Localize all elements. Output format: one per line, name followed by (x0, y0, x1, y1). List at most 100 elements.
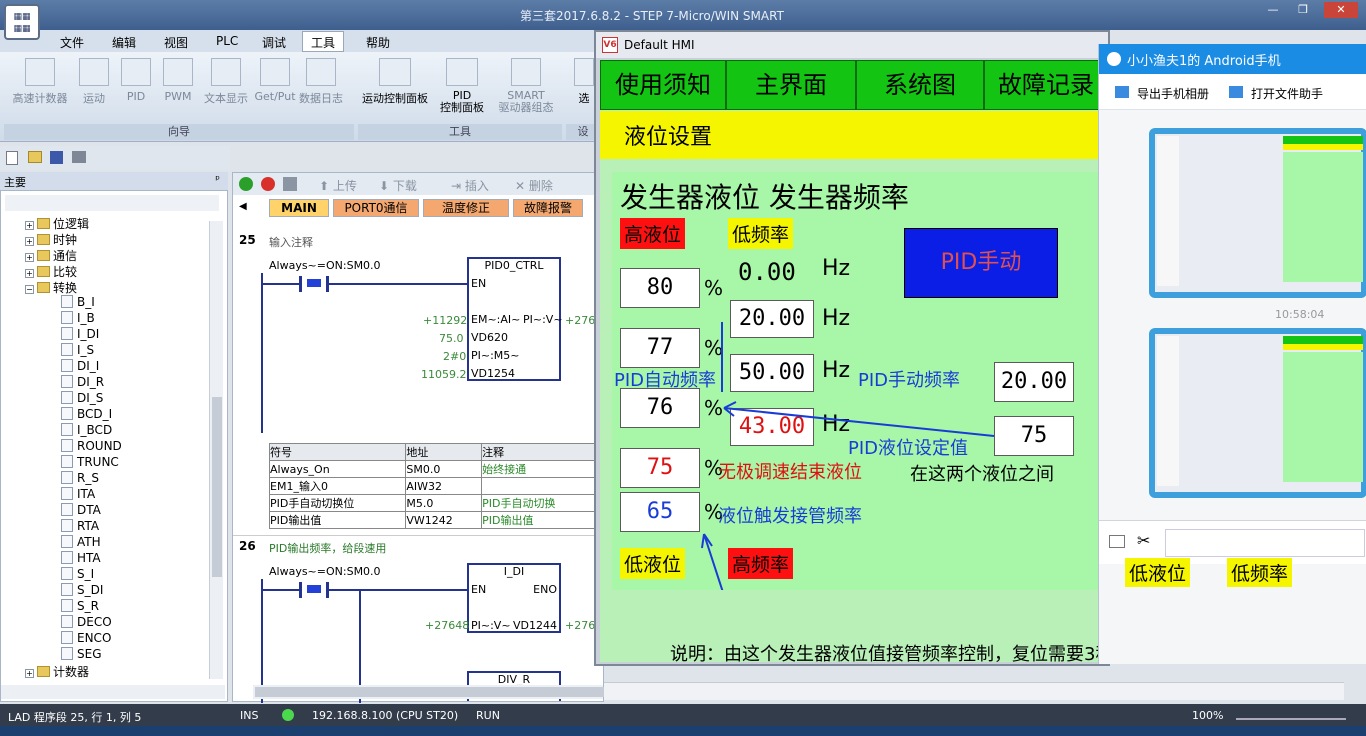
chat-image-1[interactable] (1149, 128, 1366, 298)
tree-item[interactable]: ATH (61, 535, 101, 549)
tab-alarm[interactable]: 故障报警 (513, 199, 583, 217)
scissors-icon[interactable]: ✂ (1137, 531, 1150, 550)
tree-item[interactable]: TRUNC (61, 455, 119, 469)
tree-item[interactable]: BCD_I (61, 407, 112, 421)
tab-usage-notes[interactable]: 使用须知 (600, 60, 726, 110)
tab-temp[interactable]: 温度修正 (423, 199, 509, 217)
expand-icon[interactable]: + (25, 269, 34, 278)
stop-icon[interactable] (261, 177, 275, 191)
ladder-hscrollbar[interactable] (253, 685, 615, 699)
tree-item[interactable]: DI_I (61, 359, 99, 373)
scrollbar-thumb[interactable] (212, 397, 222, 577)
menu-file[interactable]: 文件 (60, 34, 84, 51)
menu-debug[interactable]: 调试 (262, 34, 286, 51)
expand-icon[interactable]: + (25, 221, 34, 230)
tab-main[interactable]: MAIN (269, 199, 329, 217)
download-button[interactable]: ⬇ 下载 (379, 177, 417, 194)
tree-item[interactable]: B_I (61, 295, 95, 309)
minimize-button[interactable]: — (1260, 2, 1286, 18)
tree-item[interactable]: ENCO (61, 631, 111, 645)
delete-button[interactable]: ✕ 删除 (515, 177, 553, 194)
tab-fault-log[interactable]: 故障记录 (984, 60, 1108, 110)
export-album-link[interactable]: 导出手机相册 (1137, 85, 1209, 102)
tab-main-screen[interactable]: 主界面 (726, 60, 856, 110)
zoom-slider[interactable] (1236, 708, 1346, 720)
expand-icon[interactable]: + (25, 253, 34, 262)
pid-ctrl-block[interactable]: PID0_CTRL EN EM~:AI~ PI~:V~ VD620 PI~:M5… (467, 257, 563, 381)
tree-item[interactable]: DTA (61, 503, 101, 517)
tree-item[interactable]: I_BCD (61, 423, 112, 437)
tab-system-diagram[interactable]: 系统图 (856, 60, 984, 110)
expand-icon[interactable]: + (25, 669, 34, 678)
table-row[interactable]: EM1_输入0 AIW32 (268, 477, 601, 495)
contact-symbol[interactable] (299, 276, 329, 292)
tree-item[interactable]: SEG (61, 647, 102, 661)
table-row[interactable]: PID手自动切换位 M5.0 PID手自动切换 (268, 494, 601, 512)
upload-button[interactable]: ⬆ 上传 (319, 177, 357, 194)
menu-edit[interactable]: 编辑 (112, 34, 136, 51)
save-icon[interactable] (50, 151, 63, 164)
i-di-block[interactable]: I_DI EN ENO PI~:V~ VD1244 (467, 563, 561, 633)
tree-folder[interactable]: − 转换 (25, 279, 77, 296)
tree-item[interactable]: ITA (61, 487, 95, 501)
tree-item[interactable]: R_S (61, 471, 99, 485)
collapse-icon[interactable]: − (25, 285, 34, 294)
text-display-wizard-button[interactable]: 文本显示 (200, 58, 252, 106)
menu-view[interactable]: 视图 (164, 34, 188, 51)
tab-port0[interactable]: PORT0通信 (333, 199, 419, 217)
app-logo-icon[interactable]: ▦▦ ▦▦ (4, 4, 40, 40)
tree-folder[interactable]: + 通信 (25, 247, 77, 264)
datalog-wizard-button[interactable]: 数据日志 (296, 58, 346, 106)
tree-item[interactable]: S_I (61, 567, 94, 581)
run-icon[interactable] (239, 177, 253, 191)
tree-item[interactable]: DI_R (61, 375, 104, 389)
motion-panel-button[interactable]: 运动控制面板 (358, 58, 432, 106)
table-row[interactable]: Always_On SM0.0 始终接通 (268, 460, 601, 478)
tree-item[interactable]: DI_S (61, 391, 103, 405)
pwm-wizard-button[interactable]: PWM (160, 58, 196, 103)
tree-item[interactable]: DECO (61, 615, 112, 629)
smart-drive-button[interactable]: SMART 驱动器组态 (492, 58, 560, 114)
tree-item[interactable]: ROUND (61, 439, 122, 453)
compile-icon[interactable] (283, 177, 297, 191)
tree-item[interactable]: RTA (61, 519, 99, 533)
tree-item[interactable]: I_B (61, 311, 95, 325)
expand-icon[interactable]: + (25, 237, 34, 246)
getput-wizard-button[interactable]: Get/Put (254, 58, 296, 103)
tree-item[interactable]: I_S (61, 343, 94, 357)
pin-icon[interactable]: ᵖ (215, 173, 220, 186)
tree-item[interactable]: S_DI (61, 583, 103, 597)
tree-hscrollbar[interactable] (1, 685, 225, 699)
chat-image-2[interactable] (1149, 328, 1366, 498)
pid-wizard-button[interactable]: PID (118, 58, 154, 103)
contact-symbol[interactable] (299, 582, 329, 598)
table-row[interactable]: PID输出值 VW1242 PID输出值 (268, 511, 601, 529)
close-button[interactable]: ✕ (1324, 2, 1358, 18)
print-icon[interactable] (72, 151, 86, 163)
tree-folder[interactable]: + 计数器 (25, 663, 89, 680)
chat-text-input[interactable] (1165, 529, 1365, 557)
new-icon[interactable] (6, 151, 18, 165)
rung-comment[interactable]: PID输出频率，给段速用 (269, 540, 386, 556)
open-icon[interactable] (28, 151, 42, 163)
menu-help[interactable]: 帮助 (366, 34, 390, 51)
tree-folder[interactable]: + 位逻辑 (25, 215, 89, 232)
editor-hscroll-track[interactable] (604, 682, 1344, 700)
tree-item[interactable]: HTA (61, 551, 101, 565)
tree-scrollbar[interactable] (209, 221, 223, 679)
menu-plc[interactable]: PLC (216, 34, 238, 48)
tree-item[interactable]: S_R (61, 599, 99, 613)
insert-button[interactable]: ⇥ 插入 (451, 177, 489, 194)
tab-left-arrow-icon[interactable]: ◀ (239, 201, 247, 212)
pid-panel-button[interactable]: PID 控制面板 (436, 58, 488, 114)
folder-icon[interactable] (1109, 535, 1125, 548)
tree-folder[interactable]: + 时钟 (25, 231, 77, 248)
tree-folder[interactable]: + 比较 (25, 263, 77, 280)
restore-button[interactable]: ❐ (1290, 2, 1316, 18)
hsc-wizard-button[interactable]: 高速计数器 (8, 58, 72, 106)
tree-item[interactable]: I_DI (61, 327, 99, 341)
open-file-helper-link[interactable]: 打开文件助手 (1251, 85, 1323, 102)
rung-comment[interactable]: 输入注释 (269, 234, 313, 250)
motion-wizard-button[interactable]: 运动 (76, 58, 112, 106)
menu-tools[interactable]: 工具 (302, 31, 345, 52)
